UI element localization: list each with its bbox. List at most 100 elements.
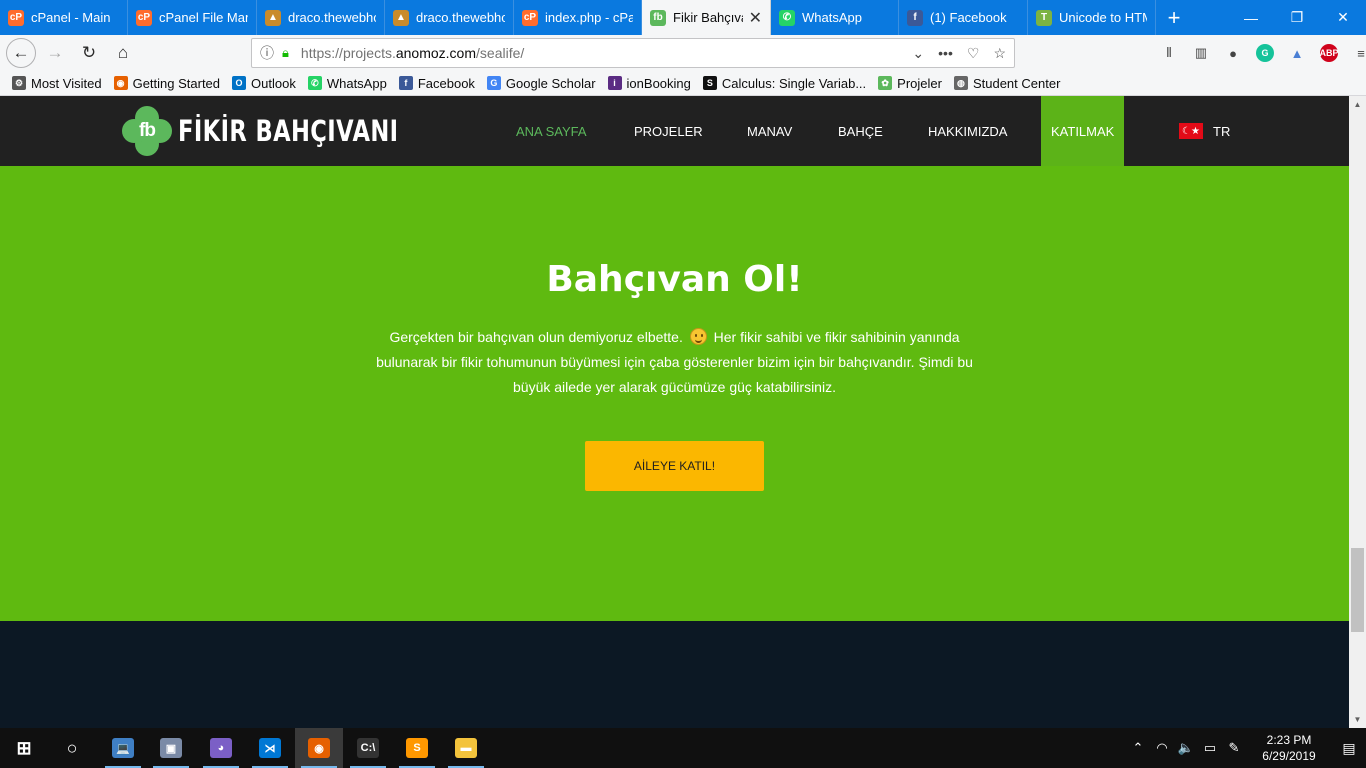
gear-icon: ⚙ — [12, 76, 26, 90]
bookmark-item[interactable]: ✆ WhatsApp — [307, 76, 387, 91]
taskbar-item[interactable]: S — [393, 728, 441, 768]
scroll-down-arrow-icon[interactable]: ▼ — [1349, 711, 1366, 728]
volume-icon[interactable]: 🔈 — [1174, 740, 1198, 756]
browser-tab[interactable]: ▲ draco.thewebho — [257, 0, 385, 35]
browser-tab[interactable]: fb Fikir Bahçıvan✕ — [642, 0, 771, 35]
home-button[interactable]: ⌂ — [108, 38, 138, 68]
browser-tab[interactable]: f (1) Facebook — [899, 0, 1028, 35]
taskbar-item[interactable]: ○ — [48, 728, 96, 768]
laptop-app-icon: 💻 — [112, 738, 134, 758]
restore-window-icon[interactable]: ❐ — [1274, 0, 1320, 35]
bookmark-item[interactable]: ⚙ Most Visited — [12, 76, 102, 91]
bookmark-item[interactable]: O Outlook — [232, 76, 296, 91]
section-title: Bahçıvan Ol! — [546, 259, 803, 300]
wifi-icon[interactable]: ◠ — [1150, 740, 1174, 756]
account-icon[interactable]: ● — [1224, 44, 1242, 62]
site-header: fb FİKİR BAHÇIVANI ANA SAYFA PROJELER MANA… — [0, 96, 1349, 166]
browser-tab[interactable]: cP cPanel - Main — [0, 0, 128, 35]
nav-link-projeler[interactable]: PROJELER — [634, 96, 703, 166]
new-tab-button[interactable]: + — [1156, 0, 1192, 35]
join-family-button[interactable]: AİLEYE KATIL! — [585, 441, 764, 491]
bookmark-label: Calculus: Single Variab... — [721, 75, 867, 91]
nav-link-tr[interactable]: ☾★ TR — [1179, 96, 1230, 166]
facebook-icon: f — [907, 9, 923, 26]
url-domain: anomoz.com — [395, 45, 477, 61]
menu-icon[interactable]: ≡ — [1352, 44, 1366, 62]
bookmark-label: Projeler — [897, 75, 942, 91]
nav-link-bahçe[interactable]: BAHÇE — [838, 96, 883, 166]
action-center-icon[interactable]: ▤ — [1332, 740, 1366, 757]
url-dropdown-icon[interactable]: ⌄ — [912, 45, 924, 62]
bookmark-star-icon[interactable]: ☆ — [993, 45, 1006, 62]
draco-icon: ▲ — [393, 9, 409, 26]
fb-icon: fb — [650, 9, 666, 26]
battery-icon[interactable]: ▭ — [1198, 740, 1222, 756]
taskbar-item[interactable]: ▬ — [442, 728, 490, 768]
forward-button[interactable]: → — [40, 38, 70, 68]
file-explorer-icon: ▬ — [455, 738, 477, 758]
taskbar-item[interactable]: ◉ — [295, 728, 343, 768]
system-tray: ⌃ ◠ 🔈 ▭ ✎ 2:23 PM 6/29/2019 ▤ — [1126, 728, 1366, 768]
bookmark-item[interactable]: i ionBooking — [607, 76, 691, 91]
google-icon: G — [486, 76, 501, 90]
nav-link-label: ANA SAYFA — [516, 123, 587, 139]
turkey-flag-icon: ☾★ — [1179, 123, 1203, 139]
adblock-icon[interactable]: ABP — [1320, 44, 1339, 62]
scholar-cap-icon[interactable]: ▲ — [1288, 44, 1306, 62]
bookmark-item[interactable]: ◍ Student Center — [953, 76, 1060, 91]
library-icon[interactable]: ⫴ — [1160, 44, 1178, 62]
grammarly-icon[interactable]: G — [1256, 44, 1274, 62]
browser-tab[interactable]: cP cPanel File Mana — [128, 0, 257, 35]
clock[interactable]: 2:23 PM 6/29/2019 — [1246, 732, 1332, 764]
scroll-up-arrow-icon[interactable]: ▲ — [1349, 96, 1366, 113]
nav-link-katilmak[interactable]: KATILMAK — [1041, 96, 1125, 166]
pocket-icon[interactable]: ♡ — [967, 45, 980, 62]
photos-app-icon: ▣ — [160, 738, 182, 758]
taskbar-item[interactable]: ▣ — [147, 728, 195, 768]
scrollbar-thumb[interactable] — [1351, 548, 1364, 632]
browser-navigation-bar: ← → ↻ ⌂ ⓘ 🔒︎ https://projects. anomoz.com… — [0, 35, 1366, 71]
taskbar-item[interactable]: ⋊ — [246, 728, 294, 768]
taskbar-item[interactable]: 💻 — [99, 728, 147, 768]
unicode-icon: T — [1036, 9, 1052, 26]
vscode-icon: ⋊ — [259, 738, 281, 758]
bookmark-item[interactable]: f Facebook — [398, 76, 475, 91]
cpanel-icon: cP — [8, 9, 24, 26]
reload-button[interactable]: ↻ — [74, 38, 104, 68]
browser-tab[interactable]: T Unicode to HTM — [1028, 0, 1156, 35]
page-scrollbar[interactable]: ▲ ▼ — [1349, 96, 1366, 728]
cortana-search-icon: ○ — [66, 737, 78, 758]
nav-link-label: HAKKIMIZDA — [928, 123, 1008, 139]
browser-tab[interactable]: cP index.php - cPa — [514, 0, 642, 35]
taskbar-item[interactable]: ◕ — [197, 728, 245, 768]
browser-tab[interactable]: ▲ draco.thewebho — [385, 0, 514, 35]
back-button[interactable]: ← — [6, 38, 36, 68]
close-window-icon[interactable]: ✕ — [1320, 0, 1366, 35]
bookmark-item[interactable]: S Calculus: Single Variab... — [702, 75, 867, 91]
toolbar-icons: ⫴ ▥ ● G ▲ ABP ≡ — [1160, 35, 1366, 71]
minimize-window-icon[interactable]: — — [1228, 0, 1274, 35]
pen-icon[interactable]: ✎ — [1222, 740, 1246, 756]
nav-link-manav[interactable]: MANAV — [747, 96, 792, 166]
nav-link-label: TR — [1213, 123, 1231, 139]
main-navigation: ANA SAYFA PROJELER MANAV BAHÇE HAKKIMIZDA KAT… — [0, 96, 1349, 166]
tray-chevron-icon[interactable]: ⌃ — [1126, 740, 1150, 756]
browser-tab[interactable]: ✆ WhatsApp — [771, 0, 899, 35]
sidebar-icon[interactable]: ▥ — [1192, 44, 1210, 62]
bookmark-item[interactable]: ◉ Getting Started — [113, 76, 220, 91]
taskbar-item[interactable]: C:\ — [344, 728, 392, 768]
lock-icon[interactable]: 🔒︎ — [282, 45, 289, 61]
bookmark-item[interactable]: G Google Scholar — [486, 76, 596, 91]
nav-link-ana-sayfa[interactable]: ANA SAYFA — [516, 96, 587, 166]
page-actions-icon[interactable]: ••• — [938, 45, 953, 62]
bookmark-item[interactable]: ✿ Projeler — [878, 76, 942, 91]
close-tab-icon[interactable]: ✕ — [743, 8, 762, 28]
address-bar[interactable]: ⓘ 🔒︎ https://projects. anomoz.com/sealife… — [251, 38, 1015, 68]
tab-label: Fikir Bahçıvan — [673, 10, 743, 25]
browser-tab-strip: cP cPanel - Main cP cPanel File Mana ▲ draco.… — [0, 0, 1366, 35]
taskbar-item[interactable]: ⊞ — [0, 728, 48, 768]
nav-link-hakkimizda[interactable]: HAKKIMIZDA — [928, 96, 1007, 166]
coursera-icon: S — [702, 76, 717, 90]
info-icon[interactable]: ⓘ — [260, 43, 274, 63]
description-part-1: Gerçekten bir bahçıvan olun demiyoruz el… — [389, 329, 683, 345]
